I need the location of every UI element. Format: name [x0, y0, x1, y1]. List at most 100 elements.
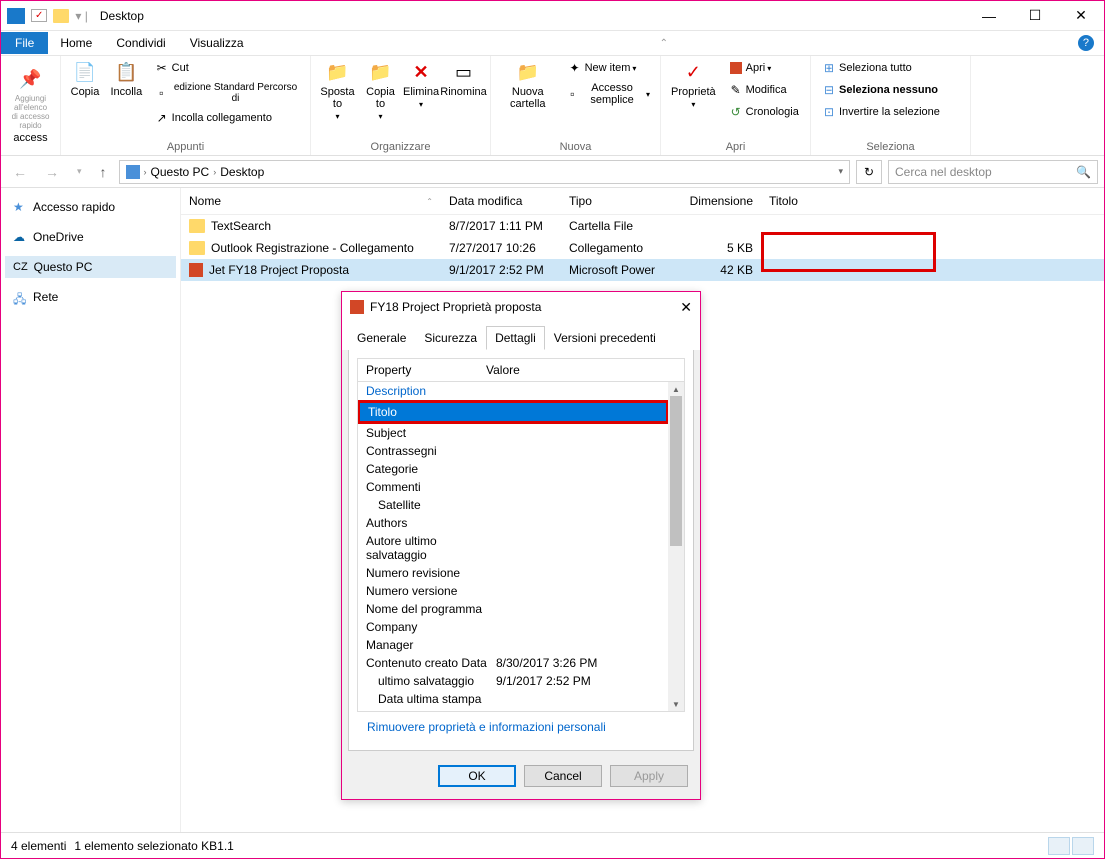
history-dropdown[interactable]: ▾: [71, 166, 88, 177]
properties-button[interactable]: ✓Proprietà▾: [667, 58, 720, 111]
sidebar-item-onedrive[interactable]: ☁ OneDrive: [5, 226, 176, 248]
tab-home[interactable]: Home: [48, 32, 104, 54]
help-icon[interactable]: ?: [1078, 35, 1094, 51]
select-all-button[interactable]: ⊞Seleziona tutto: [817, 58, 944, 78]
select-none-button[interactable]: ⊟Seleziona nessuno: [817, 80, 944, 100]
prop-header-property[interactable]: Property: [358, 359, 478, 381]
window-title: Desktop: [100, 9, 144, 23]
invert-selection-button[interactable]: ⊡Invertire la selezione: [817, 102, 944, 122]
prop-row[interactable]: Categorie: [358, 460, 668, 478]
cut-button[interactable]: ✂Cut: [150, 58, 304, 78]
tab-view[interactable]: Visualizza: [178, 32, 256, 54]
scroll-down-icon[interactable]: ▼: [668, 697, 684, 711]
open-button[interactable]: Apri▾: [724, 58, 803, 78]
prop-row[interactable]: Authors: [358, 514, 668, 532]
edit-button[interactable]: ✎Modifica: [724, 80, 803, 100]
breadcrumb-dropdown-icon[interactable]: ▾: [838, 166, 843, 177]
file-row[interactable]: Outlook Registrazione - Collegamento7/27…: [181, 237, 1104, 259]
dialog-close-button[interactable]: ✕: [680, 299, 692, 316]
cancel-button[interactable]: Cancel: [524, 765, 602, 787]
network-icon: 🖧: [13, 290, 27, 304]
paste-button[interactable]: 📋Incolla: [107, 58, 146, 100]
refresh-button[interactable]: ↻: [856, 160, 882, 184]
scrollbar[interactable]: ▲ ▼: [668, 382, 684, 711]
rename-button[interactable]: ▭Rinomina: [443, 58, 484, 100]
breadcrumb[interactable]: › Questo PC › Desktop ▾: [119, 160, 850, 184]
col-title[interactable]: Titolo: [761, 188, 1104, 214]
file-tab[interactable]: File: [1, 32, 48, 54]
ok-button[interactable]: OK: [438, 765, 516, 787]
sidebar-item-this-pc[interactable]: CZ Questo PC: [5, 256, 176, 278]
new-item-button[interactable]: ✦New item▾: [563, 58, 654, 78]
prop-row[interactable]: Autore ultimo salvataggio: [358, 532, 668, 564]
prop-row[interactable]: Numero revisione: [358, 564, 668, 582]
close-button[interactable]: ✕: [1058, 1, 1104, 31]
copy-to-button[interactable]: 📁Copia to▾: [362, 58, 399, 123]
move-to-button[interactable]: 📁Sposta to▾: [317, 58, 358, 123]
prop-row[interactable]: Data ultima stampa: [358, 690, 668, 708]
ribbon-group-open: Apri: [667, 141, 804, 153]
crumb-desktop[interactable]: Desktop: [220, 165, 264, 179]
scroll-up-icon[interactable]: ▲: [668, 382, 684, 396]
prop-row[interactable]: Numero versione: [358, 582, 668, 600]
prop-row[interactable]: Contrassegni: [358, 442, 668, 460]
prop-value: [498, 405, 658, 419]
col-type[interactable]: Tipo: [561, 188, 681, 214]
delete-button[interactable]: ✕Elimina▾: [403, 58, 439, 111]
prop-row[interactable]: Tempo totale modifica: [358, 708, 668, 712]
view-details-button[interactable]: [1048, 837, 1070, 855]
path-icon: ▫: [154, 85, 169, 101]
col-size[interactable]: Dimensione: [681, 188, 761, 214]
file-row[interactable]: TextSearch8/7/2017 1:11 PMCartella File: [181, 215, 1104, 237]
prop-row[interactable]: Company: [358, 618, 668, 636]
collapse-ribbon-icon[interactable]: ⌃: [660, 38, 668, 49]
tab-share[interactable]: Condividi: [104, 32, 177, 54]
prop-row[interactable]: Commenti: [358, 478, 668, 496]
prop-row[interactable]: Description: [358, 382, 668, 400]
dialog-tab-general[interactable]: Generale: [348, 326, 415, 350]
copy-path-button[interactable]: ▫edizione Standard Percorso di: [150, 80, 304, 106]
qat-check-icon[interactable]: ✓: [31, 9, 47, 22]
rename-icon: ▭: [452, 60, 476, 84]
forward-button[interactable]: →: [39, 164, 65, 180]
maximize-button[interactable]: ☐: [1012, 1, 1058, 31]
dialog-tab-versions[interactable]: Versioni precedenti: [545, 326, 665, 350]
search-input[interactable]: Cerca nel desktop 🔍: [888, 160, 1098, 184]
prop-name: Numero versione: [366, 584, 496, 598]
file-date: 8/7/2017 1:11 PM: [441, 215, 561, 237]
paste-shortcut-button[interactable]: ↗Incolla collegamento: [150, 108, 304, 128]
prop-row[interactable]: Satellite: [358, 496, 668, 514]
pin-access-button[interactable]: 📌 Aggiungi all'elenco di accesso rapido …: [7, 66, 54, 146]
sidebar-item-network[interactable]: 🖧 Rete: [5, 286, 176, 308]
view-icons-button[interactable]: [1072, 837, 1094, 855]
prop-row[interactable]: Titolo: [357, 400, 669, 424]
new-folder-button[interactable]: 📁Nuova cartella: [497, 58, 559, 112]
file-date: 9/1/2017 2:52 PM: [441, 259, 561, 281]
sidebar-item-quick-access[interactable]: ★ Accesso rapido: [5, 196, 176, 218]
minimize-button[interactable]: —: [966, 1, 1012, 31]
copy-icon: 📄: [73, 60, 97, 84]
back-button[interactable]: ←: [7, 164, 33, 180]
chevron-right-icon: ›: [213, 167, 216, 177]
scroll-thumb[interactable]: [670, 396, 682, 546]
prop-row[interactable]: Subject: [358, 424, 668, 442]
apply-button[interactable]: Apply: [610, 765, 688, 787]
dialog-tab-security[interactable]: Sicurezza: [415, 326, 486, 350]
dialog-tab-details[interactable]: Dettagli: [486, 326, 545, 350]
copy-button[interactable]: 📄Copia: [67, 58, 103, 100]
remove-properties-link[interactable]: Rimuovere proprietà e informazioni perso…: [357, 712, 685, 742]
file-row[interactable]: Jet FY18 Project Proposta9/1/2017 2:52 P…: [181, 259, 1104, 281]
easy-access-button[interactable]: ▫Accesso semplice▾: [563, 80, 654, 108]
col-date[interactable]: Data modifica: [441, 188, 561, 214]
prop-name: Autore ultimo salvataggio: [366, 534, 496, 562]
prop-row[interactable]: Contenuto creato Data8/30/2017 3:26 PM: [358, 654, 668, 672]
prop-header-value[interactable]: Valore: [478, 359, 684, 381]
crumb-pc[interactable]: Questo PC: [151, 165, 210, 179]
app-icon: [7, 8, 25, 24]
up-button[interactable]: ↑: [94, 164, 113, 180]
prop-row[interactable]: Nome del programma: [358, 600, 668, 618]
col-name[interactable]: Nome⌃: [181, 188, 441, 214]
history-button[interactable]: ↺Cronologia: [724, 102, 803, 122]
prop-row[interactable]: ultimo salvataggio9/1/2017 2:52 PM: [358, 672, 668, 690]
prop-row[interactable]: Manager: [358, 636, 668, 654]
